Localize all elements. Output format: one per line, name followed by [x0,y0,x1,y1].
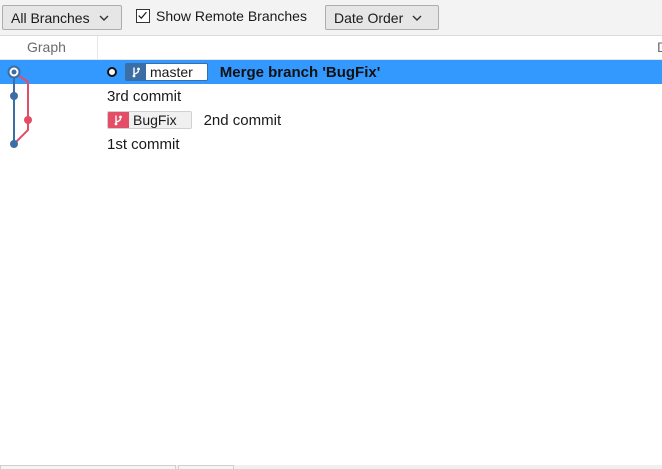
description-column-header[interactable]: D [657,36,662,60]
show-remote-branches-checkbox[interactable] [136,9,150,23]
head-indicator-icon [107,67,117,77]
graph-edge-bugfix [13,71,29,145]
chevron-down-icon [412,15,422,21]
bottom-panel-tab[interactable] [0,465,176,469]
commit-graph [7,65,32,148]
commit-list: master Merge branch 'BugFix' 3rd commit [0,60,662,156]
column-header: Graph D [0,36,662,60]
commit-message: 2nd commit [203,111,282,129]
bottom-panel-tab[interactable] [178,465,234,469]
graph-node-1st[interactable] [10,140,18,148]
sort-order-value: Date Order [334,9,404,26]
graph-node-merge-center [11,69,17,75]
commit-row[interactable]: 1st commit [0,132,662,156]
branch-icon [126,64,146,80]
branch-badge-label: master [146,64,207,80]
commit-message: 1st commit [107,135,180,153]
commit-row[interactable]: master Merge branch 'BugFix' [0,60,662,84]
graph-column-header[interactable]: Graph [0,36,98,60]
branch-badge-label: BugFix [129,112,191,128]
commit-row[interactable]: 3rd commit [0,84,662,108]
show-remote-branches-toggle[interactable]: Show Remote Branches [136,8,307,24]
branch-badge-master[interactable]: master [125,63,208,81]
toolbar: All Branches Show Remote Branches Date O… [0,0,662,36]
commit-message: Merge branch 'BugFix' [219,63,381,81]
chevron-down-icon [99,15,109,21]
branch-filter-value: All Branches [11,9,90,26]
branch-icon [108,112,129,128]
checkmark-icon [138,11,147,20]
commit-row[interactable]: BugFix 2nd commit [0,108,662,132]
graph-node-2nd[interactable] [24,116,32,124]
git-history-window: All Branches Show Remote Branches Date O… [0,0,662,469]
branch-filter-dropdown[interactable]: All Branches [2,5,122,30]
show-remote-branches-label: Show Remote Branches [156,8,307,24]
branch-badge-bugfix[interactable]: BugFix [107,111,192,129]
sort-order-dropdown[interactable]: Date Order [325,5,439,30]
graph-node-3rd[interactable] [10,92,18,100]
commit-message: 3rd commit [107,87,182,105]
